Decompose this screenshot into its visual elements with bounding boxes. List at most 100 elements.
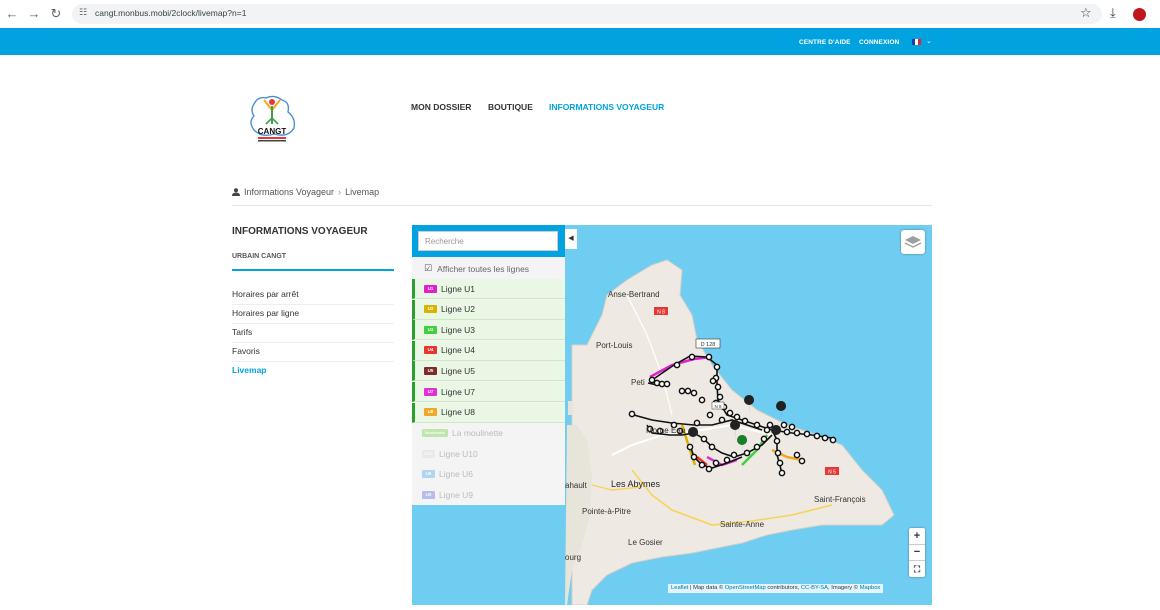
forward-icon[interactable]: →	[26, 6, 42, 22]
line-item-u4[interactable]: U4 Ligne U4	[412, 340, 565, 361]
line-item-u2[interactable]: U2 Ligne U2	[412, 299, 565, 320]
sidebar-item-livemap[interactable]: Livemap	[232, 362, 394, 380]
mapbox-link[interactable]: Mapbox	[860, 585, 881, 591]
line-item-moulinette[interactable]: Moulinette La moulinette	[412, 423, 565, 444]
checkbox-checked-icon[interactable]: ☑	[424, 263, 432, 274]
profile-avatar[interactable]	[1133, 8, 1146, 21]
line-item-u6[interactable]: U6 Ligne U6	[412, 464, 565, 485]
attribution-text: contributors,	[765, 585, 801, 591]
line-badge: U10	[422, 449, 435, 458]
line-item-u9[interactable]: U9 Ligne U9	[412, 485, 565, 505]
line-item-u10[interactable]: U10 Ligne U10	[412, 443, 565, 464]
line-label: Ligne U10	[439, 448, 478, 459]
osm-link[interactable]: OpenStreetMap	[725, 585, 766, 591]
download-icon[interactable]: ⤓	[1110, 5, 1116, 21]
user-icon	[232, 188, 240, 196]
place-les-abymes: Les Abymes	[611, 479, 661, 489]
svg-text:N 8: N 8	[714, 404, 722, 409]
search-input[interactable]	[418, 231, 558, 251]
place-bourg: ourg	[565, 553, 581, 562]
divider	[232, 205, 932, 206]
attribution-text: | Map data ©	[688, 585, 725, 591]
sidebar-item-favoris[interactable]: Favoris	[232, 343, 394, 362]
line-badge: U1	[424, 284, 437, 293]
road-shield-n8b: N 8	[711, 401, 725, 410]
sidebar-item-horaires-arret[interactable]: Horaires par arrêt	[232, 286, 394, 305]
breadcrumb-separator: ›	[338, 187, 342, 197]
line-badge: U8	[424, 408, 437, 417]
place-sainte-anne: Sainte-Anne	[720, 520, 765, 529]
map-attribution: Leaflet | Map data © OpenStreetMap contr…	[668, 584, 884, 593]
french-flag-icon[interactable]	[912, 39, 921, 45]
place-saint-francois: Saint-François	[814, 495, 866, 504]
map-islet	[568, 401, 573, 415]
map-landmass	[571, 259, 895, 605]
top-bar	[0, 28, 1160, 55]
sidebar-subtitle-underline	[232, 269, 394, 271]
attribution-text: , Imagery ©	[828, 585, 860, 591]
place-port-louis: Port-Louis	[596, 341, 632, 350]
place-anse-bertrand: Anse-Bertrand	[608, 290, 660, 299]
line-item-u5[interactable]: U5 Ligne U5	[412, 361, 565, 382]
back-icon[interactable]: ←	[4, 6, 20, 22]
chevron-down-icon[interactable]: ⌄	[926, 37, 932, 45]
line-label: Ligne U8	[441, 407, 476, 418]
license-link[interactable]: CC-BY-SA	[801, 585, 828, 591]
line-badge: U9	[422, 491, 435, 499]
bookmark-star-icon[interactable]: ☆	[1080, 5, 1092, 21]
place-le-gosier: Le Gosier	[628, 538, 663, 547]
breadcrumb-home[interactable]: Informations Voyageur	[244, 187, 334, 197]
line-badge: U5	[424, 366, 437, 375]
breadcrumb-current: Livemap	[345, 187, 380, 197]
line-item-u7[interactable]: U7 Ligne U7	[412, 382, 565, 402]
place-mahault: ahault	[565, 481, 588, 490]
login-link[interactable]: CONNEXION	[859, 39, 899, 46]
layers-button[interactable]	[901, 230, 925, 254]
nav-boutique[interactable]: BOUTIQUE	[488, 102, 533, 112]
line-badge: U6	[422, 470, 435, 479]
line-label: Ligne U1	[441, 283, 476, 294]
cangt-logo[interactable]: CANGT	[244, 88, 300, 146]
svg-text:N 5: N 5	[828, 470, 836, 476]
zoom-out-button[interactable]: −	[909, 544, 925, 560]
nav-informations-voyageur[interactable]: INFORMATIONS VOYAGEUR	[549, 102, 664, 112]
help-center-link[interactable]: CENTRE D'AIDE	[799, 39, 851, 46]
zoom-in-button[interactable]: +	[909, 528, 925, 544]
line-label: La moulinette	[452, 428, 504, 439]
line-badge: U4	[424, 346, 437, 355]
road-shield-n8a: N 8	[654, 307, 668, 316]
sidebar-item-tarifs[interactable]: Tarifs	[232, 324, 394, 343]
line-badge: Moulinette	[422, 429, 448, 438]
url-text[interactable]: cangt.monbus.mobi/2clock/livemap?n=1	[95, 8, 246, 18]
place-morne-a: Morne	[646, 426, 669, 435]
line-item-u8[interactable]: U8 Ligne U8	[412, 402, 565, 423]
nav-mon-dossier[interactable]: MON DOSSIER	[411, 102, 471, 112]
fullscreen-button[interactable]: ⛶	[909, 561, 925, 577]
logo-text: CANGT	[258, 127, 287, 136]
line-badge: U7	[424, 387, 437, 396]
show-all-lines-checkbox[interactable]: ☑ Afficher toutes les lignes	[424, 263, 529, 274]
leaflet-link[interactable]: Leaflet	[671, 585, 688, 591]
road-shield-n5: N 5	[825, 467, 839, 476]
collapse-panel-button[interactable]: ◀	[565, 229, 577, 249]
place-morne-b: Eau	[671, 426, 685, 435]
show-all-lines-label: Afficher toutes les lignes	[437, 263, 530, 274]
road-shield-d128: D 128	[695, 338, 721, 349]
reload-icon[interactable]: ↻	[48, 6, 64, 22]
site-info-icon[interactable]: ☷	[79, 7, 87, 18]
place-pointe-a-pitre: Pointe-à-Pitre	[582, 507, 631, 516]
line-label: Ligne U6	[439, 469, 474, 480]
sidebar-subtitle[interactable]: URBAIN CANGT	[232, 253, 286, 260]
line-item-u1[interactable]: U1 Ligne U1	[412, 279, 565, 299]
line-badge: U2	[424, 305, 437, 314]
svg-text:D 128: D 128	[701, 342, 716, 348]
line-badge: U3	[424, 325, 437, 334]
line-label: Ligne U7	[441, 386, 476, 397]
line-label: Ligne U2	[441, 304, 476, 315]
place-petit: Peti	[631, 378, 645, 387]
layers-icon	[904, 236, 922, 248]
sidebar-title: INFORMATIONS VOYAGEUR	[232, 226, 368, 237]
sidebar-item-horaires-ligne[interactable]: Horaires par ligne	[232, 305, 394, 324]
breadcrumb: Informations Voyageur › Livemap	[232, 187, 379, 197]
line-item-u3[interactable]: U3 Ligne U3	[412, 320, 565, 341]
